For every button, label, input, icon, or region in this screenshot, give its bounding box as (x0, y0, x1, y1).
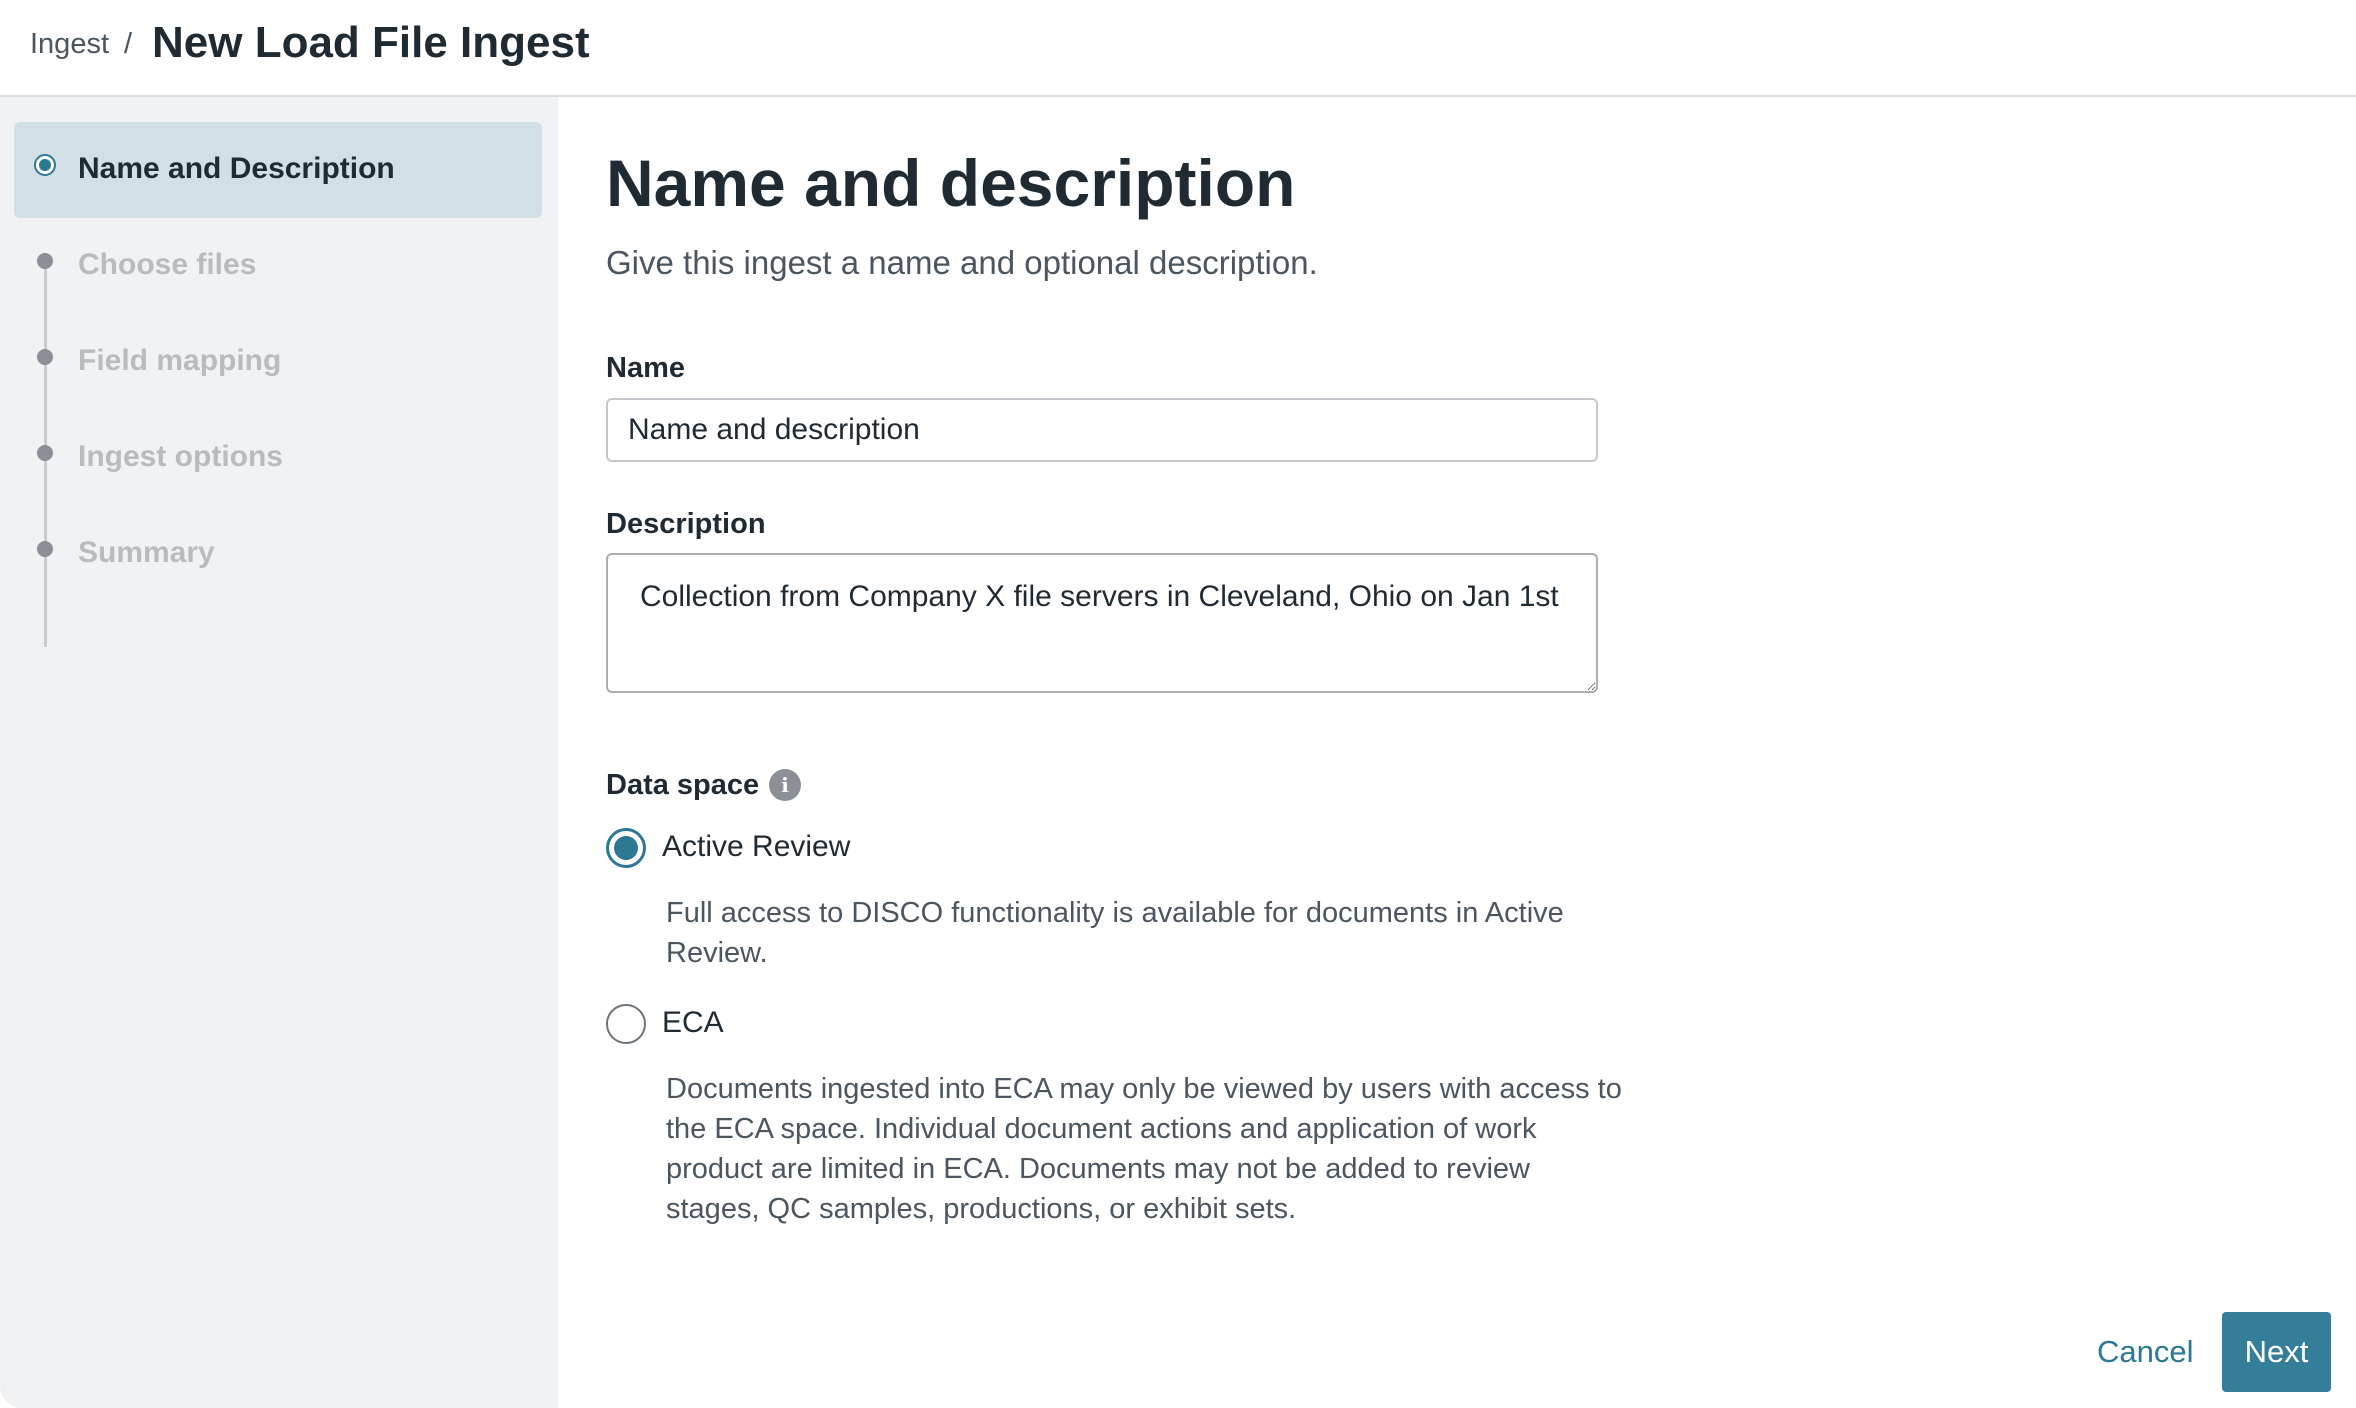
section-subtitle: Give this ingest a name and optional des… (606, 244, 1318, 281)
breadcrumb-ingest-link[interactable]: Ingest (30, 28, 109, 61)
description-label: Description (606, 508, 766, 540)
step-label: Ingest options (78, 440, 283, 473)
step-name-and-description[interactable]: Name and Description (14, 122, 542, 218)
wizard-sidebar: Name and Description Choose files Field … (0, 97, 558, 1408)
step-label: Field mapping (78, 344, 282, 377)
radio-active-review[interactable] (606, 828, 646, 868)
radio-eca[interactable] (606, 1004, 646, 1044)
step-field-mapping[interactable]: Field mapping (14, 314, 542, 410)
step-ingest-options[interactable]: Ingest options (14, 410, 542, 506)
step-dot-icon (37, 253, 53, 269)
eca-description: Documents ingested into ECA may only be … (666, 1073, 1622, 1225)
step-dot-icon (37, 445, 53, 461)
page-title: New Load File Ingest (152, 18, 590, 67)
step-dot-icon (37, 541, 53, 557)
step-dot-icon (37, 349, 53, 365)
radio-label-active-review[interactable]: Active Review (662, 830, 850, 864)
step-label: Name and Description (78, 152, 395, 185)
description-textarea[interactable]: Collection from Company X file servers i… (606, 553, 1598, 693)
next-button[interactable]: Next (2222, 1312, 2331, 1392)
page-header: Ingest / New Load File Ingest (0, 0, 2356, 97)
info-icon[interactable]: i (769, 769, 801, 801)
name-label: Name (606, 352, 685, 384)
step-summary[interactable]: Summary (14, 506, 542, 602)
step-choose-files[interactable]: Choose files (14, 218, 542, 314)
data-space-label: Data space (606, 769, 760, 801)
step-label: Summary (78, 536, 215, 569)
main-content: Name and description Give this ingest a … (558, 97, 2356, 1408)
breadcrumb-separator: / (124, 28, 133, 60)
section-heading: Name and description (606, 146, 1296, 220)
radio-label-eca[interactable]: ECA (662, 1006, 724, 1040)
step-current-dot-icon (34, 154, 56, 176)
step-label: Choose files (78, 248, 257, 281)
active-review-description: Full access to DISCO functionality is av… (666, 897, 1564, 969)
name-input[interactable] (606, 398, 1598, 462)
cancel-button[interactable]: Cancel (2083, 1312, 2208, 1392)
